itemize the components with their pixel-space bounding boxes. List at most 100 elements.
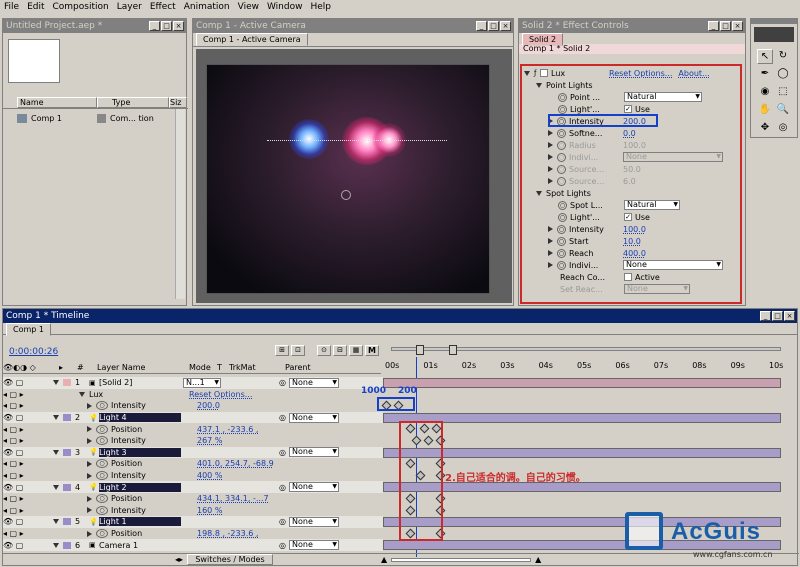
expand-arrow-icon[interactable]: [536, 82, 542, 88]
parent-pickwhip-icon[interactable]: ◎: [279, 378, 289, 387]
expand-arrow-icon[interactable]: [87, 402, 92, 409]
property-value[interactable]: 200.0: [197, 401, 287, 410]
keyframe-navigator-icon[interactable]: ◂ ▢ ▸: [3, 529, 33, 538]
expand-arrow-icon[interactable]: [548, 142, 553, 148]
parent-dropdown[interactable]: None: [289, 516, 339, 527]
rotation-tool-icon[interactable]: ↻: [775, 49, 791, 64]
menu-layer[interactable]: Layer: [113, 2, 146, 12]
close-icon[interactable]: ×: [784, 311, 795, 321]
parent-dropdown[interactable]: None: [289, 482, 339, 493]
property-value[interactable]: 434.1, 334.1, -...7: [197, 494, 287, 503]
zoom-in-icon[interactable]: ▲: [535, 555, 541, 564]
point-type-dropdown[interactable]: Natural: [624, 92, 702, 102]
expand-arrow-icon[interactable]: [548, 154, 553, 160]
stopwatch-icon[interactable]: ○: [96, 471, 108, 481]
parent-pickwhip-icon[interactable]: ◎: [279, 517, 289, 526]
comp-flow-icon[interactable]: ⊞: [275, 345, 289, 356]
property-value[interactable]: 267 %: [197, 436, 287, 445]
effect-enable-checkbox[interactable]: [540, 69, 548, 77]
property-value[interactable]: 401.0, 254.7, -68.9: [197, 459, 287, 468]
menu-composition[interactable]: Composition: [49, 2, 113, 12]
spot-type-dropdown[interactable]: Natural: [624, 200, 680, 210]
stopwatch-icon[interactable]: ○: [558, 200, 567, 210]
expand-arrow-icon[interactable]: [548, 238, 553, 244]
reach-value[interactable]: 400.0: [623, 249, 646, 258]
maximize-icon[interactable]: □: [488, 21, 499, 31]
close-icon[interactable]: ×: [500, 21, 511, 31]
parent-pickwhip-icon[interactable]: ◎: [279, 483, 289, 492]
visibility-switch-icon[interactable]: 👁 ▢: [3, 541, 53, 550]
effect-controls-title-bar[interactable]: Solid 2 * Effect Controls _ □ ×: [519, 19, 745, 33]
minimize-icon[interactable]: _: [760, 311, 771, 321]
close-icon[interactable]: ×: [732, 21, 743, 31]
parent-dropdown[interactable]: None: [289, 377, 339, 388]
camera-orbit-tool-icon[interactable]: ◉: [757, 85, 773, 100]
expand-arrow-icon[interactable]: [53, 415, 59, 421]
property-row[interactable]: ◂ ▢ ▸ ○ Position 437.1 , -233.6 ,: [3, 423, 383, 435]
keyframe-navigator-icon[interactable]: ◂ ▢ ▸: [3, 506, 33, 515]
property-value[interactable]: 160 %: [197, 506, 287, 515]
keyframe-navigator-icon[interactable]: ◂ ▢ ▸: [3, 401, 33, 410]
layer-row[interactable]: 👁 ▢ 2 💡 Light 4 ◎ None: [3, 411, 383, 424]
expand-arrow-icon[interactable]: [53, 380, 59, 386]
stopwatch-icon[interactable]: ○: [557, 260, 566, 270]
expand-arrow-icon[interactable]: [87, 437, 92, 444]
expand-arrow-icon[interactable]: [87, 460, 92, 467]
layer-name[interactable]: Camera 1: [99, 541, 181, 550]
property-row[interactable]: ◂ ▢ ▸ ○ Position 434.1, 334.1, -...7: [3, 493, 383, 505]
expand-arrow-icon[interactable]: [548, 250, 553, 256]
stopwatch-icon[interactable]: ○: [557, 248, 566, 258]
mode-dropdown[interactable]: N...1: [183, 377, 221, 388]
label-color-icon[interactable]: [63, 483, 71, 491]
expand-arrow-icon[interactable]: [53, 449, 59, 455]
keyframe-navigator-icon[interactable]: ◂ ▢ ▸: [3, 436, 33, 445]
comp-canvas[interactable]: [206, 64, 490, 294]
expand-arrow-icon[interactable]: [548, 262, 553, 268]
softness-value[interactable]: 0.0: [623, 129, 636, 138]
keyframe-navigator-icon[interactable]: ◂ ▢ ▸: [3, 494, 33, 503]
parent-dropdown[interactable]: None: [289, 540, 339, 551]
menu-edit[interactable]: Edit: [23, 2, 48, 12]
expand-arrow-icon[interactable]: [87, 530, 92, 537]
label-color-icon[interactable]: [63, 414, 71, 422]
expand-arrow-icon[interactable]: [53, 519, 59, 525]
layer-row[interactable]: 👁 ▢ 5 💡 Light 1 ◎ None: [3, 516, 383, 528]
col-type[interactable]: Type: [97, 97, 169, 108]
layer-row[interactable]: 👁 ▢ 3 💡 Light 3 ◎ None: [3, 446, 383, 459]
menu-help[interactable]: Help: [306, 2, 335, 12]
tab-timeline-comp[interactable]: Comp 1: [6, 323, 51, 336]
stopwatch-icon[interactable]: ○: [558, 92, 567, 102]
work-area-start-handle[interactable]: [416, 345, 424, 355]
start-value[interactable]: 10.0: [623, 237, 641, 246]
zoom-out-icon[interactable]: ▲: [381, 555, 387, 564]
menu-effect[interactable]: Effect: [146, 2, 180, 12]
use-checkbox[interactable]: ✓: [624, 105, 632, 113]
active-checkbox[interactable]: [624, 273, 632, 281]
keyframe-navigator-icon[interactable]: ◂ ▢ ▸: [3, 390, 33, 399]
parent-pickwhip-icon[interactable]: ◎: [279, 541, 289, 550]
property-row[interactable]: ◂ ▢ ▸ ○ Intensity 267 %: [3, 435, 383, 447]
visibility-switch-icon[interactable]: 👁 ▢: [3, 517, 53, 526]
project-title-bar[interactable]: Untitled Project.aep * _ □ ×: [3, 19, 186, 33]
property-value[interactable]: 437.1 , -233.6 ,: [197, 425, 287, 434]
expand-arrow-icon[interactable]: [79, 391, 85, 397]
expand-arrow-icon[interactable]: [53, 542, 59, 548]
effect-row[interactable]: ◂ ▢ ▸ Lux Reset Options...: [3, 389, 383, 401]
stopwatch-icon[interactable]: ○: [558, 212, 567, 222]
expand-arrow-icon[interactable]: [87, 426, 92, 433]
keyframe-navigator-icon[interactable]: ◂ ▢ ▸: [3, 459, 33, 468]
timeline-title-bar[interactable]: Comp 1 * Timeline _ □ ×: [3, 309, 797, 323]
stopwatch-icon[interactable]: ○: [557, 128, 566, 138]
comp-viewer-area[interactable]: [196, 49, 512, 303]
property-row[interactable]: ◂ ▢ ▸ ○ Intensity 160 %: [3, 505, 383, 517]
parent-pickwhip-icon[interactable]: ◎: [279, 413, 289, 422]
project-scrollbar[interactable]: [175, 109, 185, 299]
hdr-t[interactable]: T: [217, 363, 229, 372]
current-time-display[interactable]: 0:00:00:26: [9, 347, 58, 357]
stopwatch-icon[interactable]: ○: [96, 505, 108, 515]
expand-arrow-icon[interactable]: [87, 495, 92, 502]
visibility-switch-icon[interactable]: 👁 ▢: [3, 413, 53, 422]
zoom-slider[interactable]: [391, 557, 532, 562]
layer-duration-bar[interactable]: [383, 378, 781, 388]
frame-blending-icon[interactable]: ⊙: [317, 345, 331, 356]
